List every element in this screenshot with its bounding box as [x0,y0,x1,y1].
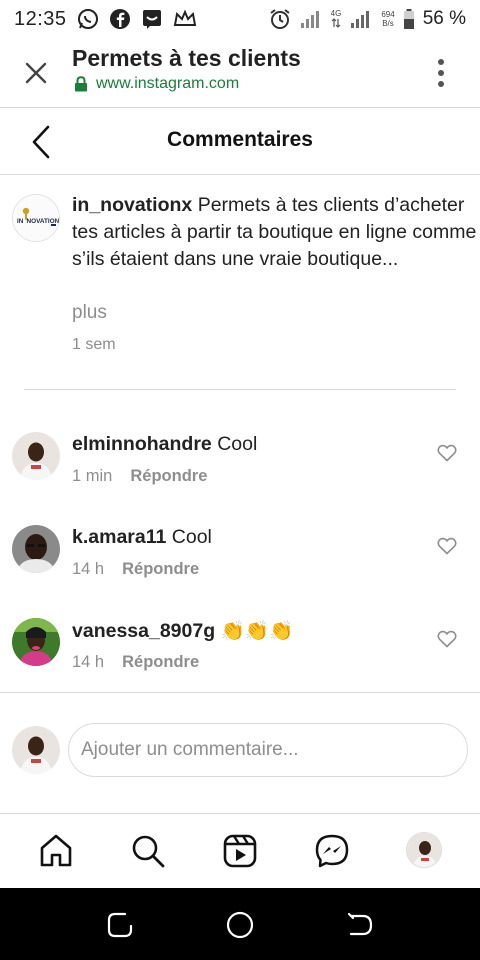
comment-item: k.amara11 Cool 14 h Répondre [0,525,480,605]
heart-icon[interactable] [437,630,457,648]
comment-line: elminnohandre Cool [72,433,257,456]
comment-text: 👏👏👏 [220,620,294,642]
heart-icon[interactable] [437,444,457,462]
comment-text: Cool [171,526,212,548]
recent-apps-icon[interactable] [105,910,135,940]
network-speed-value: 694 [381,10,395,19]
crown-icon [173,9,196,26]
heart-icon[interactable] [437,537,457,555]
battery-percent: 56 % [422,8,466,29]
bottom-tab-bar [0,814,480,888]
comment-username[interactable]: vanessa_8907g [72,620,215,642]
innovation-logo: IN NOVATION [13,195,60,241]
browser-page-title: Permets à tes clients [72,45,301,71]
comment-time: 14 h [72,560,105,578]
caption-username[interactable]: in_novationx [72,194,192,216]
divider [0,692,480,693]
status-bar: 12:35 4G 694 B/s 56 % [0,0,480,38]
comment-meta: 14 h Répondre [72,560,199,579]
page-title: Commentaires [167,128,313,151]
comment-line: vanessa_8907g 👏👏👏 [72,619,293,643]
network-type-label: 4G [330,8,342,18]
more-link[interactable]: plus [72,302,107,324]
signal-icon [300,11,319,28]
data-arrows-icon [331,17,341,28]
svg-text:IN: IN [17,218,24,225]
network-speed-unit: B/s [382,19,394,28]
network-type: 4G [330,8,342,30]
reply-button[interactable]: Répondre [122,653,199,672]
current-user-avatar [12,726,60,774]
back-button-icon[interactable] [345,910,375,940]
reply-button[interactable]: Répondre [122,560,199,579]
comment-username[interactable]: elminnohandre [72,433,212,455]
url-text: www.instagram.com [96,75,240,92]
avatar[interactable] [12,525,60,573]
post-caption: IN NOVATION in_novationx Permets à tes c… [0,175,480,390]
url-row[interactable]: www.instagram.com [74,75,239,93]
more-options-icon[interactable] [430,56,452,90]
network-speed: 694 B/s [381,10,394,28]
avatar[interactable] [12,618,60,666]
comments-header: Commentaires [0,108,480,175]
comment-line: k.amara11 Cool [72,526,212,549]
home-icon[interactable] [38,833,74,869]
browser-toolbar: Permets à tes clients www.instagram.com [0,38,480,108]
status-time: 12:35 [14,7,67,30]
messenger-icon[interactable] [314,833,350,869]
divider [24,389,456,390]
signal-icon-2 [351,11,370,28]
svg-text:NOVATION: NOVATION [27,218,60,225]
comment-meta: 14 h Répondre [72,653,199,672]
comment-time: 14 h [72,653,105,671]
profile-avatar[interactable] [406,832,442,868]
comment-time: 1 min [72,467,113,485]
caption-timestamp: 1 sem [72,336,116,353]
close-icon[interactable] [22,59,50,87]
alarm-icon [270,9,290,29]
system-navigation-bar [0,888,480,960]
add-comment-input[interactable] [68,723,468,777]
battery-icon [403,9,414,29]
whatsapp-icon [77,9,98,29]
reels-icon[interactable] [222,833,258,869]
comment-item: vanessa_8907g 👏👏👏 14 h Répondre [0,618,480,698]
reply-button[interactable]: Répondre [130,467,207,486]
facebook-icon [109,9,130,29]
comment-meta: 1 min Répondre [72,467,207,486]
caption-text: in_novationx Permets à tes clients d’ach… [72,192,477,273]
comment-username[interactable]: k.amara11 [72,526,166,548]
avatar[interactable] [12,432,60,480]
search-icon[interactable] [130,833,166,869]
chat-notification-icon [142,10,161,29]
comment-text: Cool [217,433,258,455]
comment-item: elminnohandre Cool 1 min Répondre [0,432,480,512]
lock-icon [75,76,87,92]
avatar[interactable]: IN NOVATION [12,194,60,242]
home-button-icon[interactable] [225,910,255,940]
